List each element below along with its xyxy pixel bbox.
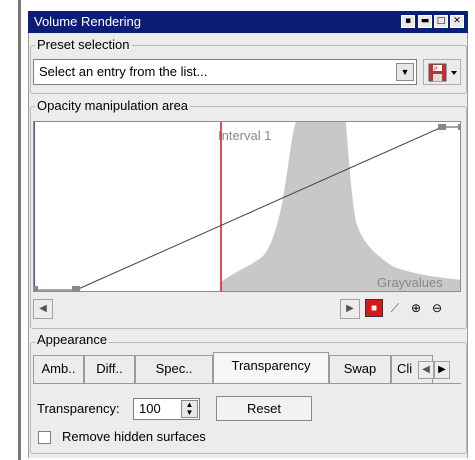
zoom-out-icon[interactable]: ⊖ bbox=[428, 299, 446, 317]
transparency-value: 100 bbox=[139, 401, 161, 416]
transparency-spinner[interactable]: 100 ▲ ▼ bbox=[133, 398, 200, 420]
interval-label: Interval 1 bbox=[218, 128, 271, 143]
remove-hidden-checkbox[interactable] bbox=[38, 431, 51, 444]
tab-diffuse[interactable]: Diff.. bbox=[84, 355, 135, 383]
tab-scroll-right-icon[interactable]: ▶ bbox=[434, 361, 450, 379]
grayvalues-label: Grayvalues bbox=[377, 275, 443, 290]
save-preset-icon: P bbox=[428, 63, 457, 82]
tab-swap[interactable]: Swap bbox=[329, 355, 391, 383]
window-left-edge bbox=[18, 0, 21, 460]
tab-panel-divider bbox=[33, 383, 461, 384]
scroll-left-icon[interactable]: ◀ bbox=[33, 299, 53, 319]
control-point bbox=[72, 286, 80, 291]
tab-ambient[interactable]: Amb.. bbox=[33, 355, 84, 383]
appearance-group-label: Appearance bbox=[35, 332, 110, 347]
maximize-icon[interactable]: □ bbox=[434, 15, 448, 28]
spinner-arrows-icon[interactable]: ▲ ▼ bbox=[181, 400, 198, 418]
control-point bbox=[458, 124, 460, 130]
close-icon[interactable]: ✕ bbox=[450, 15, 464, 28]
histogram-area bbox=[221, 122, 460, 291]
transparency-label: Transparency: bbox=[37, 401, 120, 416]
preset-combo-value: Select an entry from the list... bbox=[39, 64, 208, 79]
minimize-icon[interactable]: ▬ bbox=[418, 15, 432, 28]
tab-specular[interactable]: Spec.. bbox=[135, 355, 213, 383]
control-point bbox=[438, 124, 446, 130]
tab-transparency[interactable]: Transparency bbox=[213, 352, 329, 384]
opacity-curve-canvas[interactable]: Interval 1 Grayvalues bbox=[34, 122, 461, 292]
save-preset-button[interactable]: P bbox=[423, 59, 461, 85]
curve-tool-icon[interactable]: ⟋ bbox=[386, 299, 404, 317]
remove-hidden-label: Remove hidden surfaces bbox=[62, 429, 206, 444]
preset-group-label: Preset selection bbox=[35, 37, 132, 52]
pin-icon[interactable]: ▪ bbox=[401, 15, 415, 28]
scroll-right-icon[interactable]: ▶ bbox=[340, 299, 360, 319]
reset-button[interactable]: Reset bbox=[216, 396, 312, 421]
opacity-plot[interactable]: Interval 1 Grayvalues bbox=[33, 121, 461, 292]
opacity-group-label: Opacity manipulation area bbox=[35, 98, 191, 113]
chevron-down-icon[interactable]: ▼ bbox=[396, 63, 414, 81]
svg-text:P: P bbox=[434, 66, 438, 73]
title-bar[interactable]: Volume Rendering ▪ ▬ □ ✕ bbox=[28, 11, 468, 33]
preset-combo[interactable]: Select an entry from the list... ▼ bbox=[33, 59, 417, 85]
tab-scroll-left-icon[interactable]: ◀ bbox=[418, 361, 434, 379]
opacity-toolbar: ◀ ▶ ■ ⟋ ⊕ ⊖ bbox=[33, 298, 461, 320]
control-point bbox=[34, 286, 38, 291]
color-tool-icon[interactable]: ■ bbox=[365, 299, 383, 317]
window-title: Volume Rendering bbox=[34, 14, 141, 29]
zoom-in-icon[interactable]: ⊕ bbox=[407, 299, 425, 317]
